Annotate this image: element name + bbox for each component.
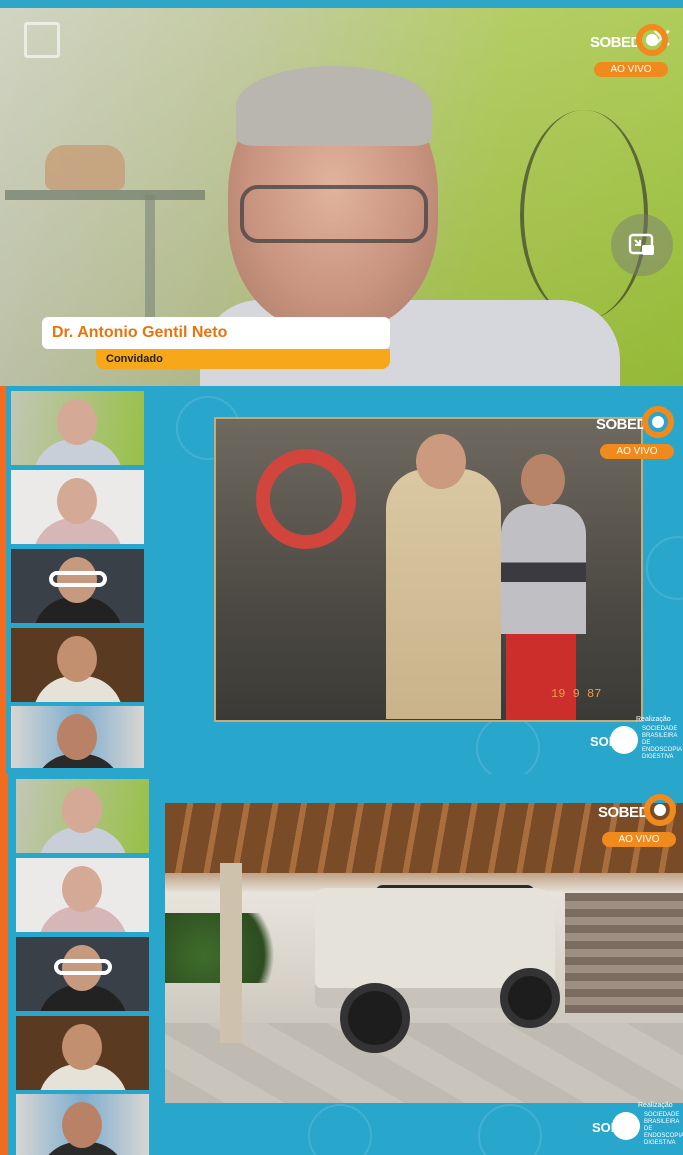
logo-text: SOBED: [590, 34, 641, 51]
sponsor-disc: [610, 726, 638, 754]
participant-face: [57, 478, 97, 524]
collapse-icon[interactable]: [24, 22, 60, 58]
participant-face: [62, 1102, 102, 1148]
sobed-logo: SOBED AO VIVO: [590, 24, 674, 84]
photo-person-right-legs: [506, 634, 576, 720]
speaker-hair: [236, 66, 432, 146]
shared-photo-panel: 19 9 87 SOBED AO VIVO Realização SOBED S…: [0, 386, 683, 774]
shelf-leg: [145, 195, 155, 325]
decor-bowl: [45, 145, 125, 190]
participant-thumbnail[interactable]: [16, 858, 149, 932]
sobed-logo: SOBED AO VIVO: [596, 406, 680, 466]
speaker-name: Dr. Antonio Gentil Neto: [52, 324, 228, 341]
photo-person-right: [501, 504, 586, 634]
participant-face: [57, 399, 97, 445]
participant-face: [62, 787, 102, 833]
decor-plant: [520, 110, 648, 320]
sponsor-text: SOCIEDADE BRASILEIRA DE ENDOSCOPIA DIGES…: [642, 726, 682, 760]
live-badge: AO VIVO: [602, 832, 676, 847]
sponsor-logo: Realização SOBED SOCIEDADE BRASILEIRA DE…: [590, 716, 682, 762]
photo-jeep-wheel: [500, 968, 560, 1028]
glass-shelf: [5, 190, 205, 200]
sponsor-logo: Realização SOBED SOCIEDADE BRASILEIRA DE…: [592, 1102, 683, 1148]
sponsor-tag: Realização: [636, 716, 671, 723]
speaker-video-panel: ✕ SOBED AO VIVO Dr. Antonio Gentil Neto …: [0, 0, 683, 386]
top-strip: [0, 0, 683, 8]
participant-glasses: [49, 571, 107, 587]
picture-in-picture-icon[interactable]: [611, 214, 673, 276]
participant-face: [57, 636, 97, 682]
bubble-decor: [476, 716, 540, 774]
photo-person-right-head: [521, 454, 565, 506]
sobed-logo: SOBED AO VIVO: [598, 794, 682, 854]
bubble-decor: [308, 1104, 372, 1155]
participant-face: [62, 866, 102, 912]
sponsor-text: SOCIEDADE BRASILEIRA DE ENDOSCOPIA DIGES…: [644, 1112, 683, 1146]
shared-photo-boat: 19 9 87: [214, 417, 643, 722]
photo-stone-wall: [565, 893, 683, 1013]
live-badge: AO VIVO: [594, 62, 668, 77]
speaker-name-bar: Dr. Antonio Gentil Neto: [42, 317, 390, 349]
participant-thumbnail[interactable]: [11, 628, 144, 702]
participant-thumbnail[interactable]: [16, 937, 149, 1011]
logo-ring: [636, 24, 668, 56]
photo-life-ring: [256, 449, 356, 549]
logo-text: SOBED: [596, 416, 647, 433]
participant-thumbnail[interactable]: [11, 706, 144, 768]
speaker-role-bar: Convidado: [96, 349, 390, 369]
logo-ring: [642, 406, 674, 438]
shared-photo-panel: SOBED AO VIVO Realização SOBED SOCIEDADE…: [0, 774, 683, 1155]
sponsor-disc: [612, 1112, 640, 1140]
participant-face: [62, 1024, 102, 1070]
photo-jeep-wheel: [340, 983, 410, 1053]
participant-thumbnail[interactable]: [11, 549, 144, 623]
live-badge: AO VIVO: [600, 444, 674, 459]
photo-person-left: [386, 469, 501, 719]
logo-text: SOBED: [598, 804, 649, 821]
photo-pillar: [220, 863, 242, 1043]
participant-thumbnail[interactable]: [16, 779, 149, 853]
speaker-glasses: [240, 185, 428, 243]
participant-thumbnail[interactable]: [16, 1016, 149, 1090]
logo-ring: [644, 794, 676, 826]
speaker-role: Convidado: [106, 353, 163, 365]
photo-stone-floor: [165, 1023, 683, 1103]
sponsor-tag: Realização: [638, 1102, 673, 1109]
photo-person-left-head: [416, 434, 466, 489]
bubble-decor: [478, 1104, 542, 1155]
participant-glasses: [54, 959, 112, 975]
participant-thumbnail[interactable]: [16, 1094, 149, 1155]
participant-face: [57, 714, 97, 760]
participant-thumbnail[interactable]: [11, 470, 144, 544]
bubble-decor: [646, 536, 683, 600]
participant-thumbnail[interactable]: [11, 391, 144, 465]
photo-date-stamp: 19 9 87: [551, 687, 602, 701]
